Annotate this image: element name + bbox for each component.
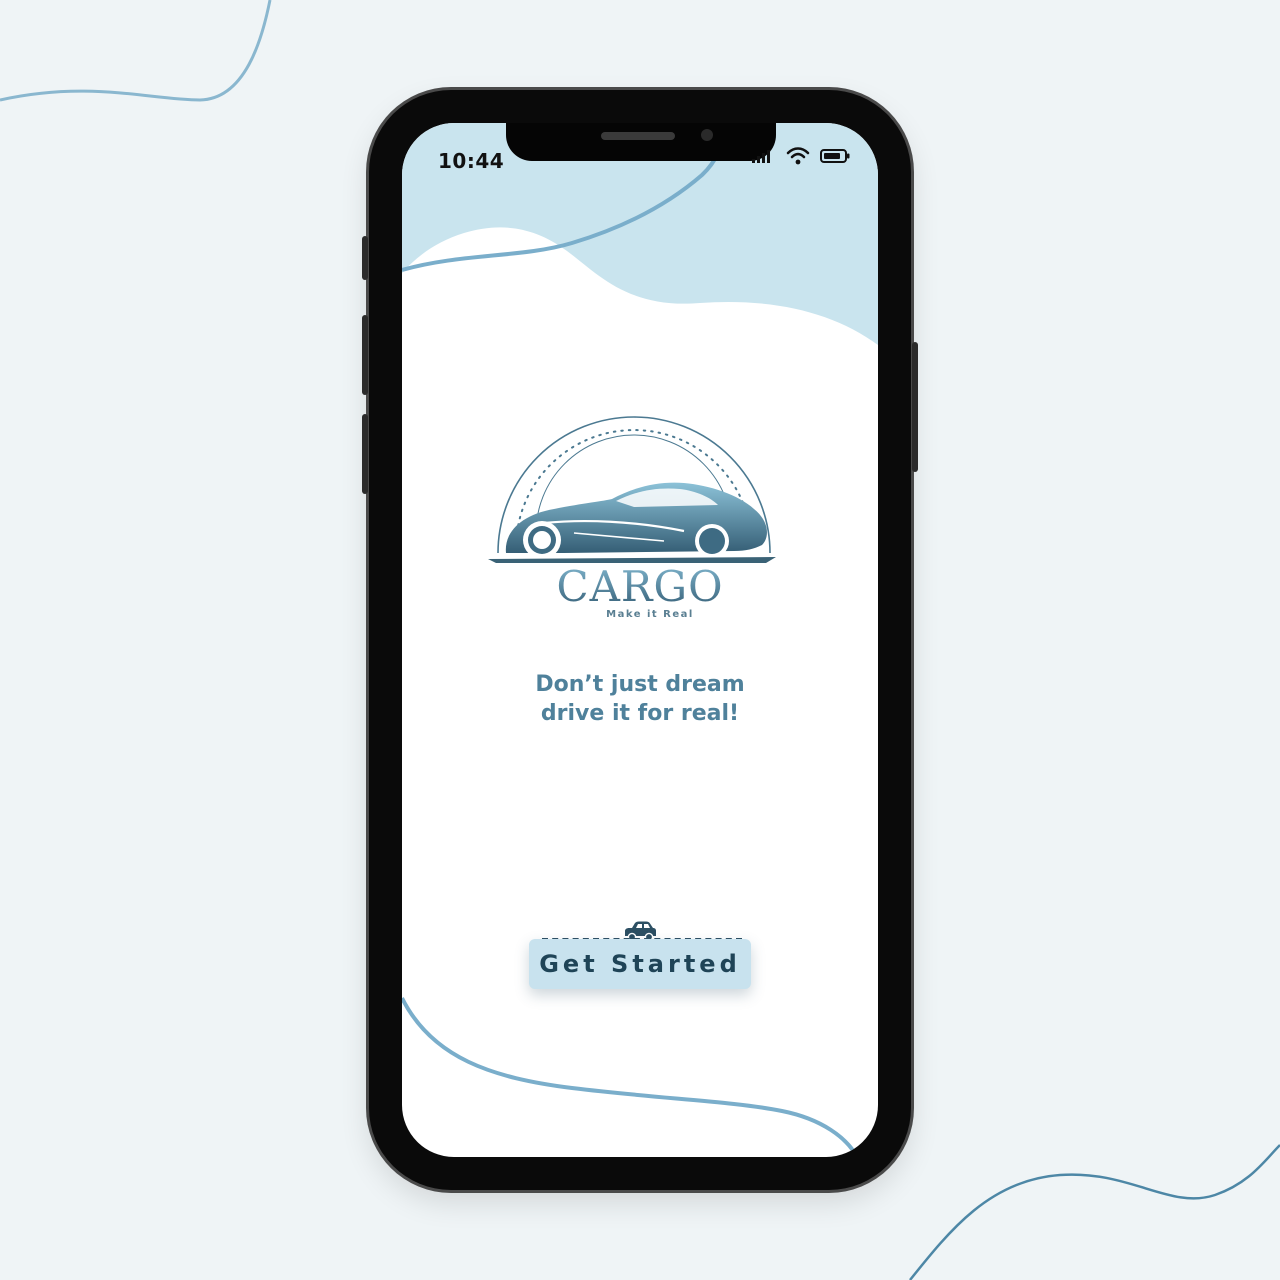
phone-silent-switch [362,236,368,280]
canvas: 10:44 CARGO Make it Real Don’t just drea… [0,0,1280,1280]
front-camera [701,129,713,141]
phone-notch [506,123,776,161]
headline: Don’t just dream drive it for real! [402,670,878,728]
bg-curve-top-left [0,0,272,102]
status-time: 10:44 [438,149,505,173]
screen-decoration [402,123,878,1157]
speaker-grille [601,132,675,140]
headline-line-1: Don’t just dream [535,672,745,697]
app-screen: 10:44 CARGO Make it Real Don’t just drea… [402,123,878,1157]
brand-tagline: Make it Real [606,609,694,620]
phone-volume-down-button [362,414,368,494]
signal-icon [752,150,770,163]
bottom-curve [402,997,859,1157]
wifi-icon [786,147,810,165]
headline-line-2: drive it for real! [540,701,740,726]
brand-name: CARGO [402,564,878,610]
phone-frame: 10:44 CARGO Make it Real Don’t just drea… [362,90,918,1190]
battery-icon [820,149,850,163]
phone-power-button [912,342,918,472]
get-started-button[interactable]: Get Started [529,939,751,989]
status-icons [752,147,850,165]
phone-volume-up-button [362,315,368,395]
bg-curve-bottom-right [909,1144,1280,1280]
